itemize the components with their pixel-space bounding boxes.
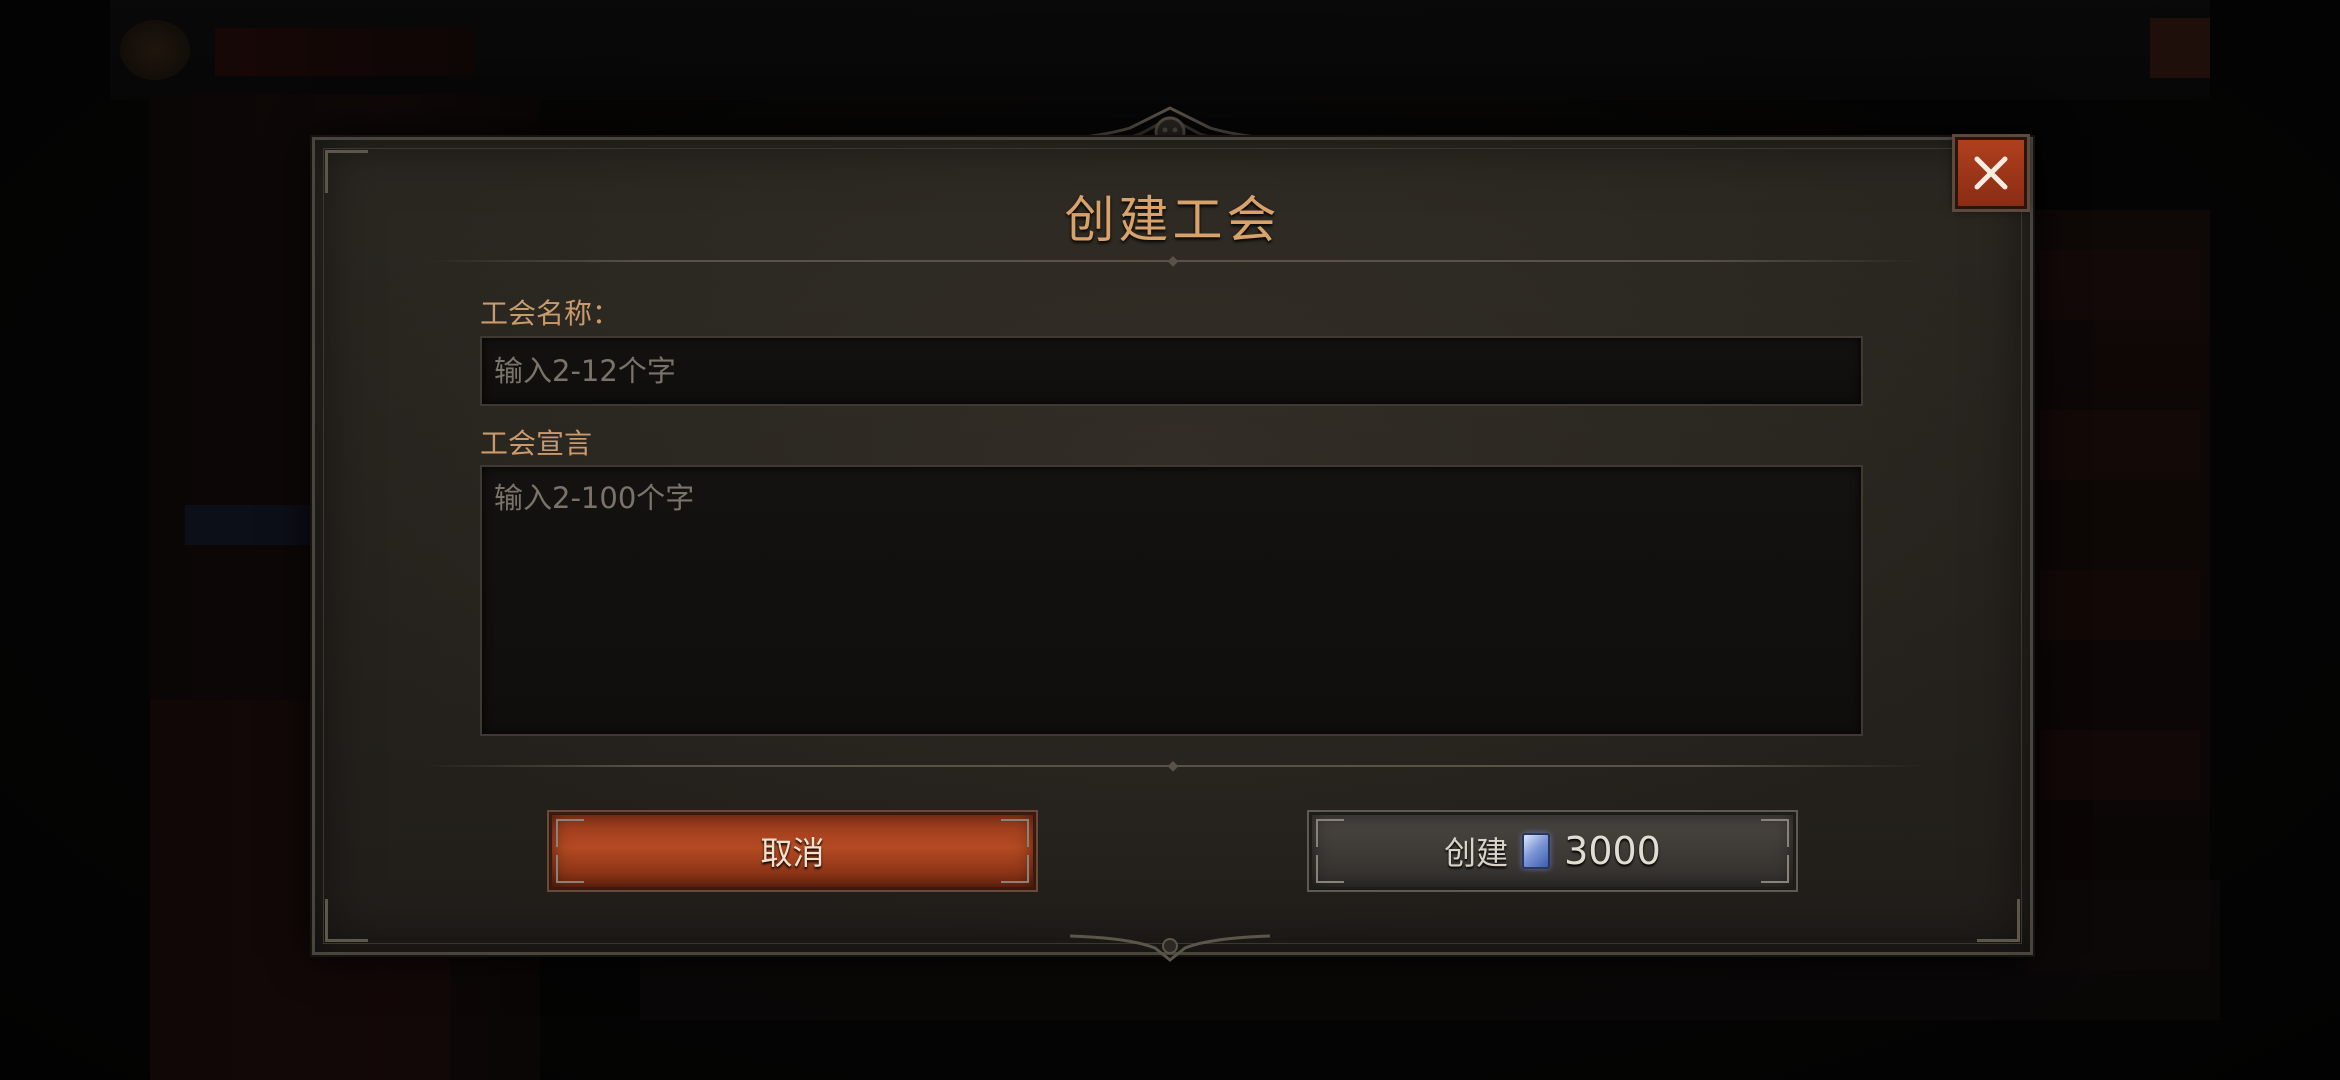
create-cost: 3000 — [1564, 829, 1661, 873]
close-button[interactable] — [1955, 137, 2027, 209]
divider-ornament-icon: ◆ — [1167, 253, 1179, 269]
guild-name-label: 工会名称： — [480, 297, 621, 330]
create-button-label: 创建 — [1444, 834, 1509, 872]
button-corner — [1761, 819, 1789, 847]
close-icon — [1974, 156, 2008, 190]
button-corner — [1761, 855, 1789, 883]
footer-divider: ◆ — [423, 759, 1923, 773]
guild-manifesto-label: 工会宣言 — [480, 427, 593, 460]
button-corner — [1001, 819, 1029, 847]
guild-name-input[interactable] — [480, 336, 1863, 406]
divider-ornament-icon: ◆ — [1167, 758, 1179, 774]
button-corner — [1316, 855, 1344, 883]
title-divider: ◆ — [423, 254, 1923, 268]
frame-corner — [1977, 899, 2020, 942]
dialog-title: 创建工会 — [1064, 191, 1281, 249]
button-corner — [556, 855, 584, 883]
frame-corner — [325, 899, 368, 942]
button-corner — [1316, 819, 1344, 847]
cancel-button-label: 取消 — [760, 834, 825, 872]
guild-manifesto-input[interactable] — [480, 465, 1863, 736]
button-corner — [1001, 855, 1029, 883]
button-corner — [556, 819, 584, 847]
gem-icon — [1522, 833, 1551, 869]
cancel-button[interactable]: 取消 — [549, 812, 1036, 890]
create-guild-button[interactable]: 创建 3000 — [1309, 812, 1796, 890]
bottom-ornament-icon — [1070, 934, 1270, 962]
game-screen: 创建工会 ◆ 工会名称： 工会宣言 ◆ 取消 创建 3000 — [0, 0, 2340, 1080]
